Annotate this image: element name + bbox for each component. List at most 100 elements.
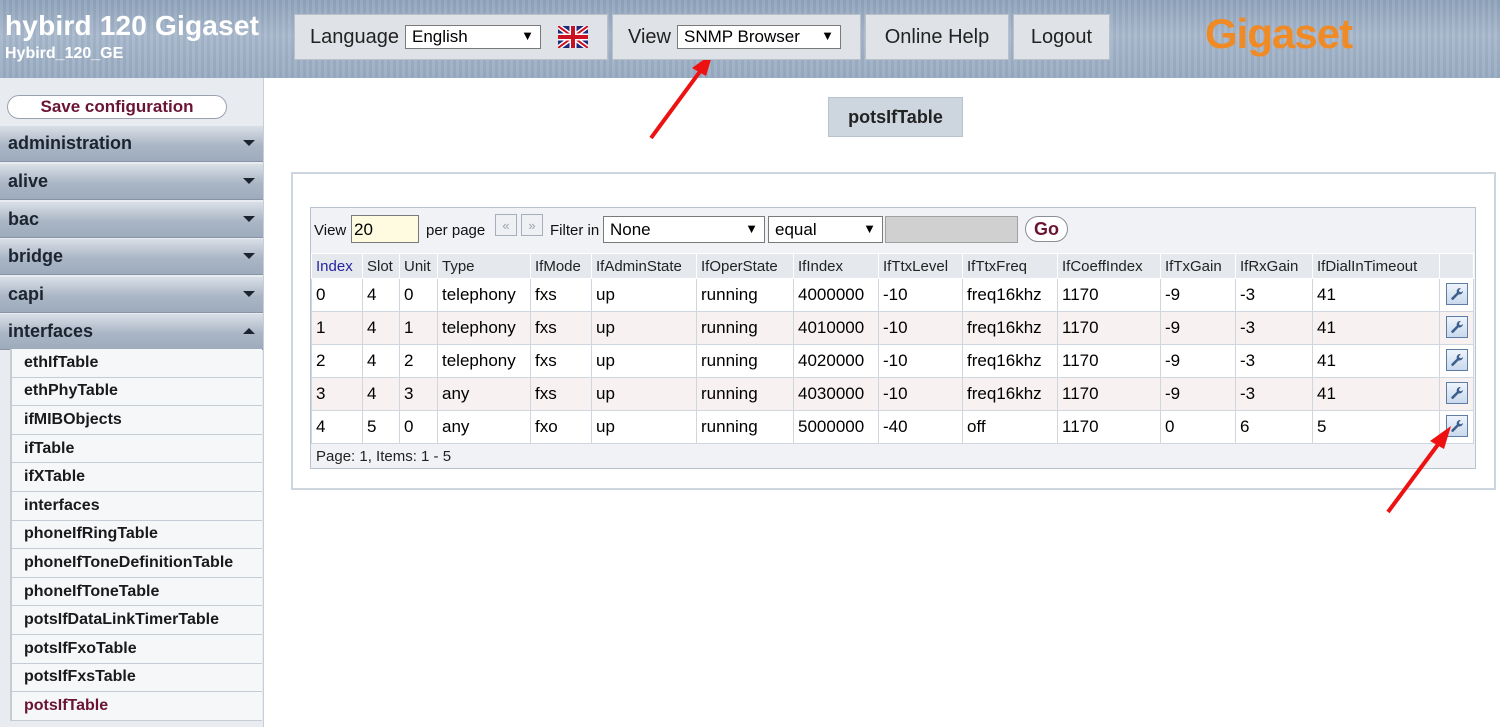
table-cell: 4000000	[793, 278, 879, 312]
language-select[interactable]: English ▼	[404, 25, 541, 49]
device-subtitle: Hybird_120_GE	[5, 45, 124, 62]
sidebar-group-bridge[interactable]: bridge	[0, 239, 263, 275]
sidebar-item-phoneiftonedefinitiontable[interactable]: phoneIfToneDefinitionTable	[10, 549, 262, 578]
table-cell: -10	[878, 344, 963, 378]
table-cell: 1	[311, 311, 363, 345]
table-cell: running	[696, 311, 794, 345]
logout-button[interactable]: Logout	[1013, 14, 1110, 60]
sidebar-item-potsiffxotable[interactable]: potsIfFxoTable	[10, 635, 262, 664]
column-header-ifttxfreq[interactable]: IfTtxFreq	[962, 253, 1058, 279]
sidebar-group-label: bridge	[8, 246, 64, 266]
sidebar-group-interfaces[interactable]: interfaces	[0, 314, 263, 350]
sidebar-item-interfaces[interactable]: interfaces	[10, 492, 262, 521]
online-help-button[interactable]: Online Help	[865, 14, 1009, 60]
wrench-edit-icon[interactable]	[1445, 316, 1468, 338]
table-cell: 5	[362, 410, 400, 444]
table-cell: 0	[1160, 410, 1236, 444]
header-bar: hybird 120 Gigaset Hybird_120_GE Languag…	[0, 0, 1500, 78]
table-cell: 3	[311, 377, 363, 411]
wrench-edit-icon[interactable]	[1445, 283, 1468, 305]
table-cell: running	[696, 410, 794, 444]
table-cell: 2	[311, 344, 363, 378]
sidebar-item-potsifdatalinktimertable[interactable]: potsIfDataLinkTimerTable	[10, 606, 262, 635]
filter-field-select[interactable]: None ▼	[603, 216, 765, 243]
chevron-down-icon	[243, 140, 255, 146]
chevron-down-icon	[243, 178, 255, 184]
column-header-type[interactable]: Type	[437, 253, 531, 279]
sidebar-item-potsiffxstable[interactable]: potsIfFxsTable	[10, 663, 262, 693]
sidebar-item-phoneiftonetable[interactable]: phoneIfToneTable	[10, 577, 262, 607]
wrench-edit-icon[interactable]	[1445, 382, 1468, 404]
sidebar-item-ifxtable[interactable]: ifXTable	[10, 463, 262, 492]
table-cell: 41	[1312, 377, 1440, 411]
table-cell: running	[696, 344, 794, 378]
gigaset-logo: Gigaset	[1205, 10, 1353, 57]
view-count-label: View	[314, 222, 347, 239]
table-cell: 1170	[1057, 311, 1161, 345]
view-box: View SNMP Browser ▼	[612, 14, 861, 60]
table-cell: 0	[311, 278, 363, 312]
column-header-ifttxlevel[interactable]: IfTtxLevel	[878, 253, 963, 279]
sidebar-item-potsiftable[interactable]: potsIfTable	[10, 692, 262, 721]
table-cell-actions	[1439, 377, 1474, 411]
table-cell: 1170	[1057, 377, 1161, 411]
column-header-ifoperstate[interactable]: IfOperState	[696, 253, 794, 279]
table-cell: telephony	[437, 311, 531, 345]
chevron-down-icon	[243, 216, 255, 222]
wrench-edit-icon[interactable]	[1445, 349, 1468, 371]
table-cell: 2	[399, 344, 438, 378]
sidebar-group-alive[interactable]: alive	[0, 164, 263, 200]
table-cell: fxs	[530, 311, 592, 345]
table-cell: 41	[1312, 344, 1440, 378]
view-count-input[interactable]: 20	[351, 215, 419, 243]
table-cell: up	[591, 377, 697, 411]
column-header-ifdialintimeout[interactable]: IfDialInTimeout	[1312, 253, 1440, 279]
sidebar-group-label: interfaces	[8, 321, 94, 341]
next-page-button[interactable]: »	[521, 214, 543, 236]
table-cell: freq16khz	[962, 377, 1058, 411]
column-header-slot[interactable]: Slot	[362, 253, 400, 279]
filter-value-input[interactable]	[885, 216, 1018, 243]
table-cell: fxs	[530, 344, 592, 378]
wrench-edit-icon[interactable]	[1445, 415, 1468, 437]
sidebar-group-bac[interactable]: bac	[0, 202, 263, 238]
column-header-ifadminstate[interactable]: IfAdminState	[591, 253, 697, 279]
uk-flag-icon[interactable]	[558, 26, 588, 48]
sidebar-item-ethiftable[interactable]: ethIfTable	[10, 349, 262, 378]
column-header-ifcoeffindex[interactable]: IfCoeffIndex	[1057, 253, 1161, 279]
table-cell: -3	[1235, 278, 1313, 312]
go-button[interactable]: Go	[1025, 216, 1068, 242]
sidebar-item-iftable[interactable]: ifTable	[10, 434, 262, 464]
chevron-down-icon: ▼	[521, 28, 534, 43]
sidebar-item-ethphytable[interactable]: ethPhyTable	[10, 377, 262, 407]
table-cell: fxs	[530, 377, 592, 411]
save-configuration-button[interactable]: Save configuration	[7, 95, 227, 119]
table-cell: -3	[1235, 377, 1313, 411]
column-header-ifmode[interactable]: IfMode	[530, 253, 592, 279]
per-page-label: per page	[426, 222, 486, 239]
table-header-row: Index Slot Unit Type IfMode IfAdminState…	[311, 253, 1474, 279]
table-cell: 1170	[1057, 410, 1161, 444]
column-header-index[interactable]: Index	[311, 253, 363, 279]
view-select-value: SNMP Browser	[684, 27, 800, 46]
table-cell: telephony	[437, 278, 531, 312]
sidebar-group-administration[interactable]: administration	[0, 126, 263, 162]
table-cell: telephony	[437, 344, 531, 378]
filter-operator-select[interactable]: equal ▼	[768, 216, 883, 243]
table-cell: 4	[362, 377, 400, 411]
sidebar-item-ifmibobjects[interactable]: ifMIBObjects	[10, 406, 262, 435]
sidebar-group-capi[interactable]: capi	[0, 277, 263, 313]
table-cell: -9	[1160, 377, 1236, 411]
sidebar-item-phoneifringtable[interactable]: phoneIfRingTable	[10, 520, 262, 550]
column-header-ifindex[interactable]: IfIndex	[793, 253, 879, 279]
table-cell: running	[696, 278, 794, 312]
language-select-value: English	[411, 27, 468, 46]
previous-page-button[interactable]: «	[495, 214, 517, 236]
column-header-iftxgain[interactable]: IfTxGain	[1160, 253, 1236, 279]
view-select[interactable]: SNMP Browser ▼	[677, 25, 841, 49]
column-header-ifrxgain[interactable]: IfRxGain	[1235, 253, 1313, 279]
column-header-unit[interactable]: Unit	[399, 253, 438, 279]
table-cell: 1170	[1057, 344, 1161, 378]
table-cell: 3	[399, 377, 438, 411]
table-cell: freq16khz	[962, 344, 1058, 378]
